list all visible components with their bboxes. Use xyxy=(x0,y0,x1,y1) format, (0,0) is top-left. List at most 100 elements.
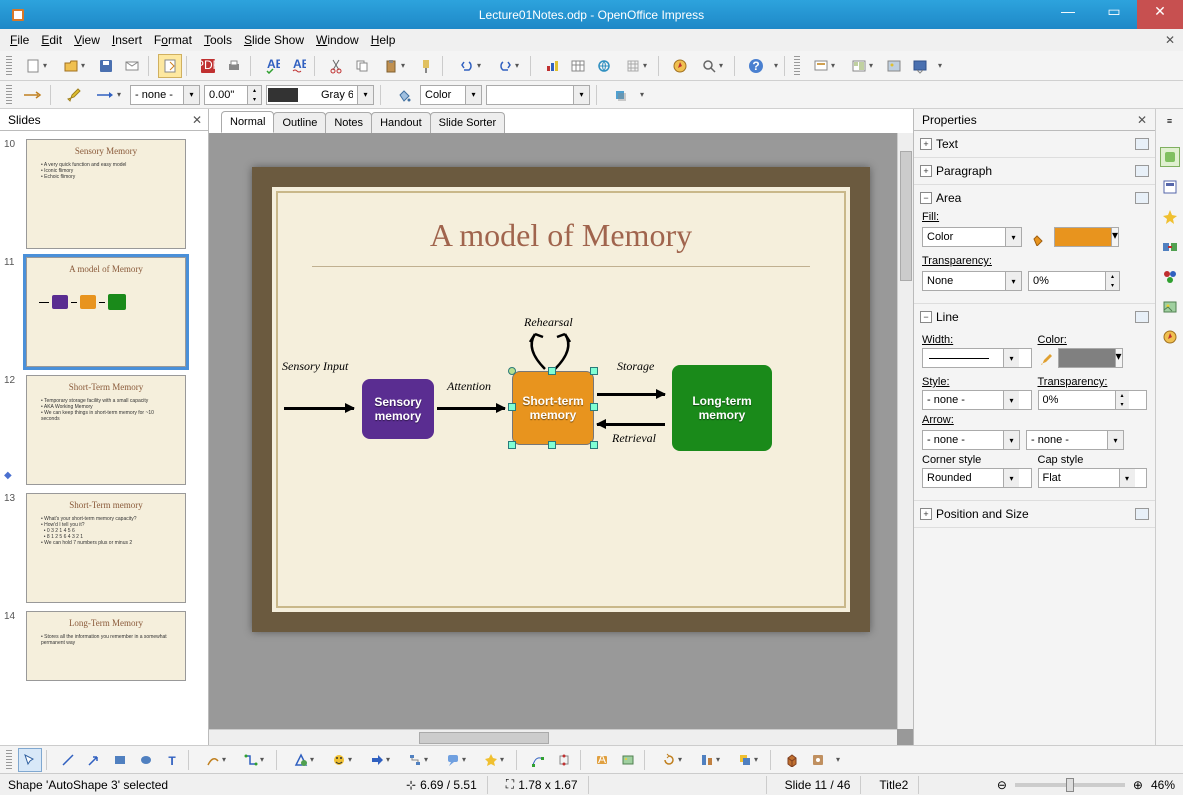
canvas[interactable]: A model of Memory Sensory Input Sensory … xyxy=(209,133,913,745)
text-tool[interactable]: T xyxy=(160,748,184,772)
cut-button[interactable] xyxy=(324,54,348,78)
redo-button[interactable]: ▾ xyxy=(490,54,526,78)
toolbar-grip[interactable] xyxy=(6,56,12,76)
help-button[interactable]: ? xyxy=(744,54,768,78)
maximize-button[interactable]: ▭ xyxy=(1091,0,1137,29)
arrow-end-combo[interactable]: ▾ xyxy=(1026,430,1124,450)
close-button[interactable]: ✕ xyxy=(1137,0,1183,29)
line-style-combo[interactable]: ▾ xyxy=(130,85,200,105)
slide-thumb-11[interactable]: 11 A model of Memory xyxy=(26,257,186,367)
fontwork-tool[interactable]: A xyxy=(590,748,614,772)
tab-sorter[interactable]: Slide Sorter xyxy=(430,112,505,133)
toolbar-overflow[interactable]: ▾ xyxy=(770,54,780,78)
tab-handout[interactable]: Handout xyxy=(371,112,431,133)
slide-layout-button[interactable]: ▾ xyxy=(844,54,880,78)
chart-button[interactable] xyxy=(540,54,564,78)
master-pages-icon[interactable] xyxy=(1160,177,1180,197)
sidebar-config-icon[interactable]: ≡ xyxy=(1163,115,1177,127)
zoom-button[interactable]: ▾ xyxy=(694,54,730,78)
select-tool[interactable] xyxy=(18,748,42,772)
basic-shapes-tool[interactable]: ▾ xyxy=(286,748,322,772)
ellipse-tool[interactable] xyxy=(134,748,158,772)
extrusion-tool[interactable] xyxy=(780,748,804,772)
box-sensory[interactable]: Sensory memory xyxy=(362,379,434,439)
arrow-storage[interactable] xyxy=(597,393,665,396)
interaction-tool[interactable] xyxy=(806,748,830,772)
drawtb-grip[interactable] xyxy=(6,750,12,770)
hscrollbar[interactable] xyxy=(209,729,897,745)
corner-combo[interactable]: ▾ xyxy=(922,468,1032,488)
fill-color-combo[interactable]: ▾ xyxy=(486,85,590,105)
zoom-value[interactable]: 46% xyxy=(1151,778,1175,792)
menu-format[interactable]: Format xyxy=(148,31,198,49)
menu-file[interactable]: File xyxy=(4,31,35,49)
line-end-button[interactable]: ▾ xyxy=(90,83,126,107)
minimize-button[interactable]: — xyxy=(1045,0,1091,29)
arrange-tool[interactable]: ▾ xyxy=(730,748,766,772)
fill-mode-input[interactable] xyxy=(421,86,465,104)
print-button[interactable] xyxy=(222,54,246,78)
slide-title[interactable]: A model of Memory xyxy=(272,217,850,254)
box-long-term[interactable]: Long-term memory xyxy=(672,365,772,451)
slide-button[interactable]: ▾ xyxy=(806,54,842,78)
properties-icon[interactable] xyxy=(1160,147,1180,167)
undo-button[interactable]: ▾ xyxy=(452,54,488,78)
fill-color-button[interactable]: ▾ xyxy=(1054,227,1119,247)
slides-list[interactable]: 10 Sensory Memory • A very quick functio… xyxy=(0,131,208,745)
table-button[interactable] xyxy=(566,54,590,78)
spellcheck-button[interactable]: ABC xyxy=(260,54,284,78)
arrow-input[interactable] xyxy=(284,407,354,410)
arrow-rehearsal[interactable] xyxy=(520,329,580,371)
line-tool[interactable] xyxy=(56,748,80,772)
fill-bucket-button[interactable] xyxy=(392,83,416,107)
slide-thumb-10[interactable]: 10 Sensory Memory • A very quick functio… xyxy=(26,139,186,249)
slide-transition-icon[interactable] xyxy=(1160,237,1180,257)
box-short-term[interactable]: Short-term memory xyxy=(512,371,594,445)
gallery-icon[interactable] xyxy=(1160,297,1180,317)
navigator-button[interactable] xyxy=(668,54,692,78)
slides-panel-close-icon[interactable]: ✕ xyxy=(192,113,202,127)
open-button[interactable]: ▾ xyxy=(56,54,92,78)
properties-close-icon[interactable]: ✕ xyxy=(1137,113,1147,127)
paste-button[interactable]: ▾ xyxy=(376,54,412,78)
area-more-icon[interactable] xyxy=(1135,192,1149,204)
line-width-combo[interactable]: ▾ xyxy=(922,348,1032,368)
rectangle-tool[interactable] xyxy=(108,748,132,772)
close-doc-icon[interactable]: ✕ xyxy=(1165,33,1175,47)
menu-tools[interactable]: Tools xyxy=(198,31,238,49)
arrow-line-tool[interactable] xyxy=(82,748,106,772)
fill-bucket-icon[interactable] xyxy=(1028,227,1048,251)
vscrollbar[interactable] xyxy=(897,133,913,729)
export-pdf-button[interactable]: PDF xyxy=(196,54,220,78)
cap-combo[interactable]: ▾ xyxy=(1038,468,1148,488)
from-file-tool[interactable] xyxy=(616,748,640,772)
toolbar2-grip[interactable] xyxy=(6,85,12,105)
drawtb-overflow[interactable]: ▾ xyxy=(832,748,842,772)
menu-view[interactable]: View xyxy=(68,31,106,49)
highlight-button[interactable] xyxy=(62,83,86,107)
line-width-spinner[interactable]: ▴▾ xyxy=(204,85,262,105)
tab-normal[interactable]: Normal xyxy=(221,111,274,133)
line-style-input[interactable] xyxy=(131,86,183,104)
symbol-shapes-tool[interactable]: ▾ xyxy=(324,748,360,772)
grid-button[interactable]: ▾ xyxy=(618,54,654,78)
slide-thumb-14[interactable]: 14 Long-Term Memory • Stores all the inf… xyxy=(26,611,186,681)
line-style-combo2[interactable]: ▾ xyxy=(922,390,1032,410)
fill-mode-combo[interactable]: ▾ xyxy=(420,85,482,105)
transparency-spinner[interactable]: ▴▾ xyxy=(1028,271,1120,291)
line-color-input[interactable] xyxy=(317,86,357,104)
email-button[interactable] xyxy=(120,54,144,78)
new-button[interactable]: ▾ xyxy=(18,54,54,78)
align-tool[interactable]: ▾ xyxy=(692,748,728,772)
autospell-button[interactable]: ABC xyxy=(286,54,310,78)
zoom-out-button[interactable]: ⊖ xyxy=(997,778,1007,792)
hyperlink-button[interactable] xyxy=(592,54,616,78)
glue-points-tool[interactable] xyxy=(552,748,576,772)
slide-canvas[interactable]: A model of Memory Sensory Input Sensory … xyxy=(252,167,870,632)
block-arrows-tool[interactable]: ▾ xyxy=(362,748,398,772)
slide-thumb-13[interactable]: 13 Short-Term memory • What's your short… xyxy=(26,493,186,603)
fill-color-input[interactable] xyxy=(487,86,573,104)
copy-button[interactable] xyxy=(350,54,374,78)
slide-thumb-12[interactable]: 12 Short-Term Memory • Temporary storage… xyxy=(26,375,186,485)
connector-tool[interactable]: ▾ xyxy=(236,748,272,772)
